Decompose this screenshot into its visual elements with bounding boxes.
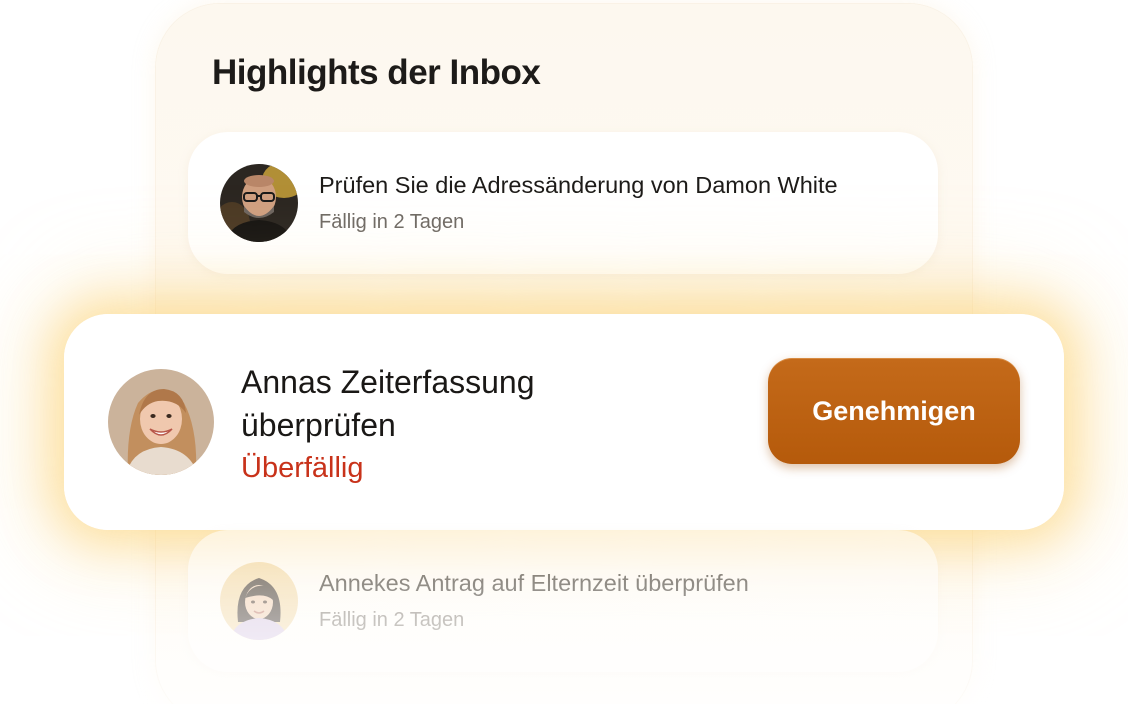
task-due-date: Fällig in 2 Tagen <box>319 609 465 631</box>
task-card-address-change[interactable]: Prüfen Sie die Adressänderung von Damon … <box>188 132 938 274</box>
task-card-timesheet[interactable]: Annas Zeiterfassung überprüfen Überfälli… <box>64 314 1064 530</box>
task-title: Prüfen Sie die Adressänderung von Damon … <box>319 172 838 198</box>
panel-title: Highlights der Inbox <box>212 53 541 92</box>
overdue-status: Überfällig <box>241 452 364 484</box>
task-card-parental-leave[interactable]: Annekes Antrag auf Elternzeit überprüfen… <box>188 530 938 672</box>
man-with-glasses-avatar <box>220 164 298 242</box>
task-title: Annas Zeiterfassung überprüfen <box>241 364 535 443</box>
inbox-highlights-stage: Highlights der Inbox Prüfen Sie die Adre… <box>0 0 1128 704</box>
approve-button[interactable]: Genehmigen <box>768 358 1020 464</box>
task-due-date: Fällig in 2 Tagen <box>319 211 465 233</box>
woman-dark-hair-avatar <box>220 562 298 640</box>
smiling-woman-avatar <box>108 369 214 475</box>
task-title: Annekes Antrag auf Elternzeit überprüfen <box>319 570 749 596</box>
